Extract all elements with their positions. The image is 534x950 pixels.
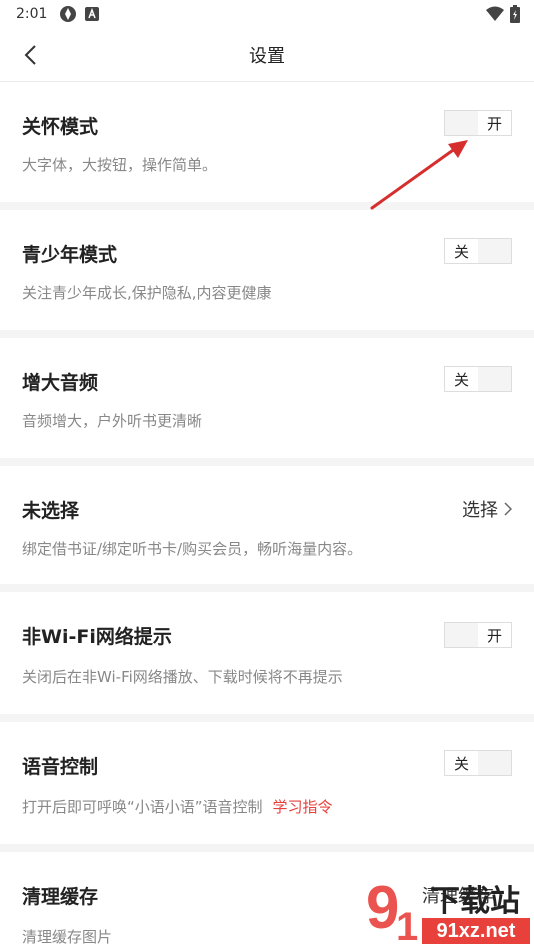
section-desc: 清理缓存图片 [22, 928, 113, 946]
section-title: 非Wi-Fi网络提示 [22, 626, 172, 648]
svg-text:1: 1 [396, 905, 418, 949]
toggle-knob [445, 623, 478, 647]
toggle-knob [478, 367, 511, 391]
header: 设置 [0, 28, 534, 82]
toggle-label: 关 [453, 370, 469, 389]
section-desc: 大字体，大按钮，操作简单。 [22, 156, 218, 174]
toggle-label: 开 [486, 114, 502, 133]
watermark-domain: 91xz.net [422, 918, 530, 944]
toggle-label: 关 [453, 754, 469, 773]
teen-mode-toggle[interactable]: 关 [444, 238, 512, 264]
toggle-label: 开 [486, 626, 502, 645]
learn-commands-link[interactable]: 学习指令 [273, 798, 333, 816]
watermark-brand: 下载站 [430, 884, 520, 919]
voice-control-section: 语音控制 打开后即可呼唤“小语小语”语音控制 学习指令 关 [0, 722, 534, 844]
section-title: 增大音频 [22, 372, 99, 394]
section-title: 青少年模式 [22, 244, 118, 266]
toggle-knob [445, 111, 478, 135]
app-notification-icon [60, 6, 77, 22]
care-mode-toggle[interactable]: 开 [444, 110, 512, 136]
section-title: 语音控制 [22, 756, 99, 778]
watermark-logo: 9 1 下载站 91xz.net [364, 870, 534, 950]
status-time: 2:01 [16, 6, 48, 22]
non-wifi-toggle[interactable]: 开 [444, 622, 512, 648]
divider [0, 714, 534, 722]
section-title: 清理缓存 [22, 886, 99, 908]
a-notification-icon [85, 7, 100, 21]
boost-audio-toggle[interactable]: 关 [444, 366, 512, 392]
boost-audio-section: 增大音频 音频增大，户外听书更清晰 关 [0, 338, 534, 458]
toggle-knob [478, 239, 511, 263]
chevron-left-icon [24, 45, 36, 65]
select-button[interactable]: 选择 [462, 496, 512, 522]
status-bar: 2:01 [0, 0, 534, 28]
toggle-knob [478, 751, 511, 775]
section-desc: 打开后即可呼唤“小语小语”语音控制 学习指令 [22, 796, 333, 817]
section-desc: 绑定借书证/绑定听书卡/购买会员，畅听海量内容。 [22, 540, 363, 558]
membership-section[interactable]: 未选择 绑定借书证/绑定听书卡/购买会员，畅听海量内容。 选择 [0, 466, 534, 584]
svg-text:9: 9 [366, 874, 399, 941]
divider [0, 458, 534, 466]
section-title: 关怀模式 [22, 116, 99, 138]
divider [0, 844, 534, 852]
annotation-arrow-icon [370, 140, 468, 210]
section-title: 未选择 [22, 500, 80, 522]
section-desc: 关注青少年成长,保护隐私,内容更健康 [22, 284, 272, 302]
battery-icon [510, 5, 520, 23]
page-title: 设置 [249, 45, 285, 67]
section-desc: 关闭后在非Wi-Fi网络播放、下载时候将不再提示 [22, 668, 343, 686]
back-button[interactable] [16, 40, 44, 70]
wifi-icon [486, 6, 504, 21]
section-desc: 音频增大，户外听书更清晰 [22, 412, 203, 430]
non-wifi-section: 非Wi-Fi网络提示 关闭后在非Wi-Fi网络播放、下载时候将不再提示 开 [0, 592, 534, 714]
chevron-right-icon [504, 502, 512, 516]
voice-control-toggle[interactable]: 关 [444, 750, 512, 776]
toggle-label: 关 [453, 242, 469, 261]
divider [0, 330, 534, 338]
teen-mode-section: 青少年模式 关注青少年成长,保护隐私,内容更健康 关 [0, 210, 534, 330]
select-label: 选择 [462, 500, 498, 521]
divider [0, 584, 534, 592]
voice-desc-text: 打开后即可呼唤“小语小语”语音控制 [22, 798, 263, 816]
